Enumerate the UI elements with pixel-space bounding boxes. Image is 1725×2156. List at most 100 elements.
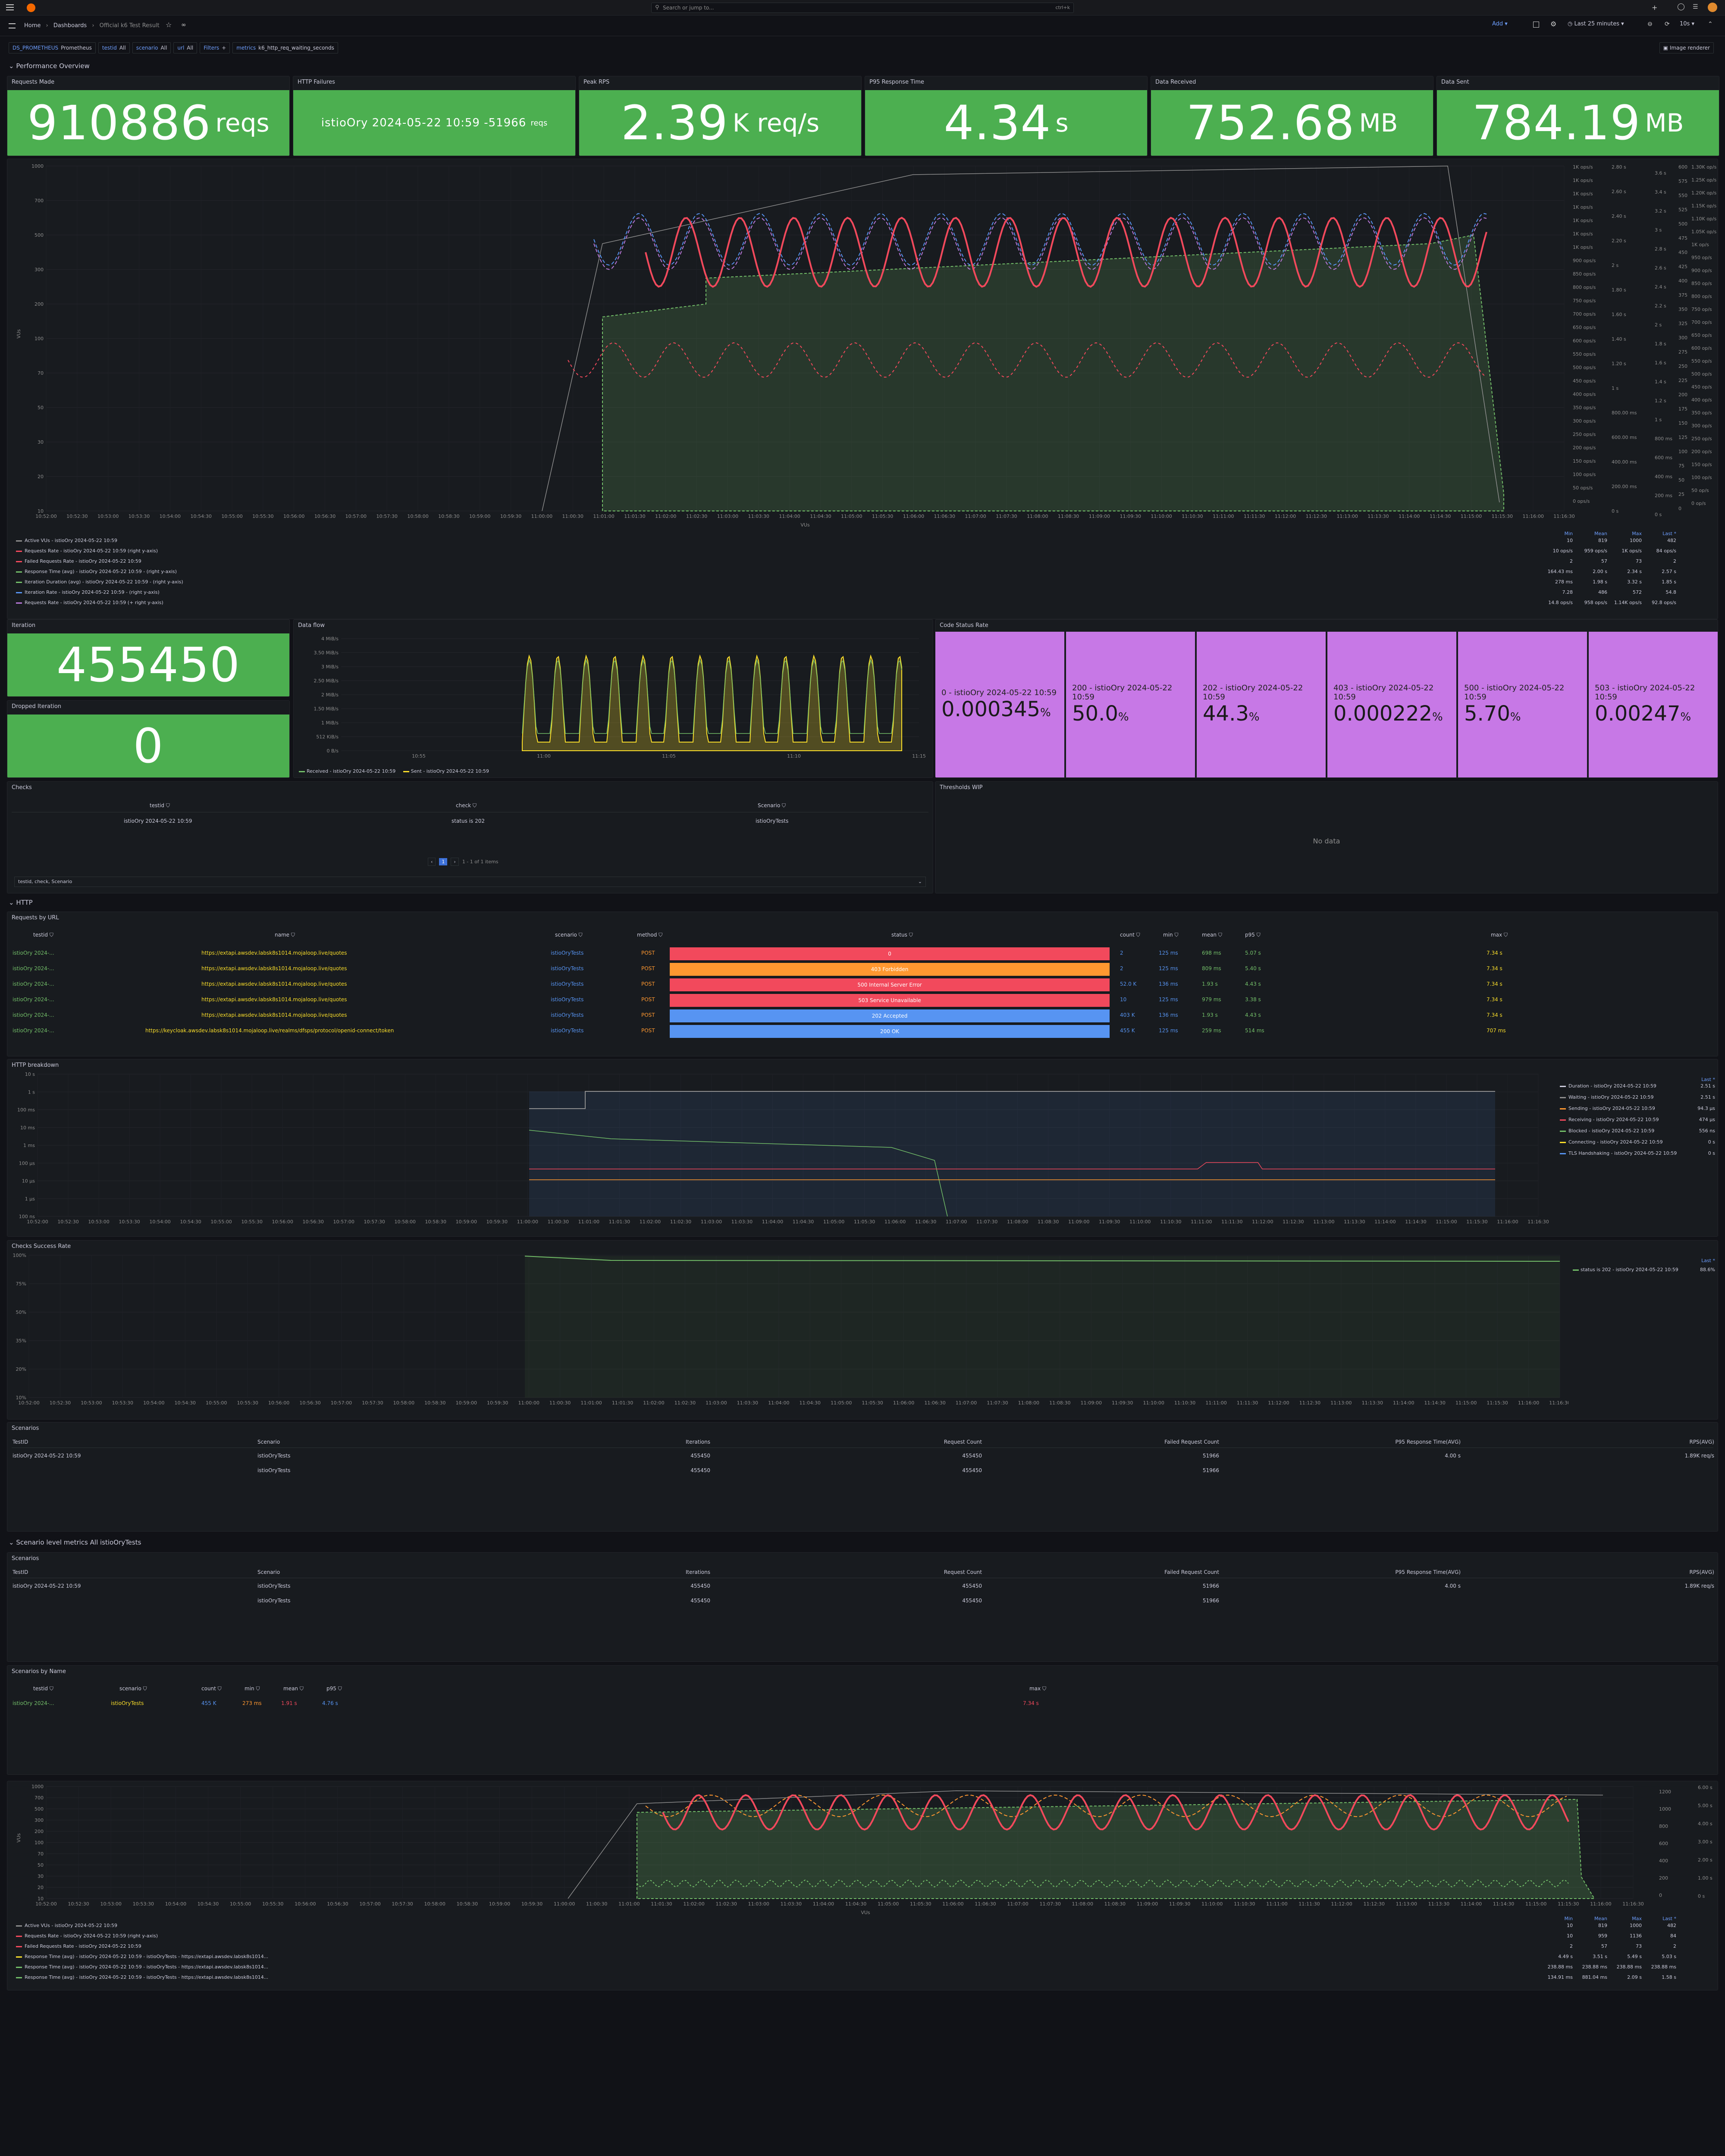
legend-received[interactable]: Received - istioOry 2024-05-22 10:59	[307, 768, 395, 774]
menu-icon[interactable]	[6, 4, 14, 10]
sbn-header-mean[interactable]: mean ⛉	[283, 1686, 304, 1692]
variable-1[interactable]: testid All	[98, 42, 130, 53]
perf-legend-col[interactable]: Min	[1564, 531, 1573, 536]
scenarios_table-header[interactable]: P95 Response Time(AVG)	[1396, 1439, 1461, 1445]
help-icon[interactable]	[1678, 3, 1684, 10]
avatar[interactable]	[1708, 3, 1717, 12]
sbn-header-min[interactable]: min ⛉	[245, 1686, 260, 1692]
scenarios_table2-header[interactable]: TestID	[13, 1569, 28, 1575]
hb-legend-row[interactable]: TLS Handshaking - istioOry 2024-05-22 10…	[1560, 1150, 1715, 1161]
legend-sent[interactable]: Sent - istioOry 2024-05-22 10:59	[411, 768, 489, 774]
filter-icon[interactable]: ⛉	[657, 932, 662, 938]
rbu-header-status[interactable]: status ⛉	[891, 932, 913, 938]
bot-legend-col[interactable]: Min	[1564, 1916, 1573, 1921]
perf-legend-row[interactable]: Active VUs - istioOry 2024-05-22 10:59 10…	[16, 538, 1711, 548]
hb-legend-row[interactable]: Connecting - istioOry 2024-05-22 10:59 0 …	[1560, 1139, 1715, 1150]
filter-icon[interactable]: ⛉	[216, 1686, 222, 1692]
image-renderer-button[interactable]: ▣ Image renderer	[1659, 42, 1714, 53]
filter-icon[interactable]: ⛉	[141, 1686, 147, 1692]
filter-icon[interactable]: ⛉	[1255, 932, 1261, 938]
filter-icon[interactable]: ⛉	[1217, 932, 1222, 938]
variable-5[interactable]: metrics k6_http_req_waiting_seconds	[232, 42, 338, 53]
row-http[interactable]: ⌄ HTTP	[9, 899, 33, 906]
row-scenario-level[interactable]: ⌄ Scenario level metrics All istioOryTes…	[9, 1539, 141, 1546]
save-icon[interactable]	[1533, 22, 1539, 28]
sbn-header-p95[interactable]: p95 ⛉	[326, 1686, 342, 1692]
filter-icon[interactable]: ⛉	[1173, 932, 1178, 938]
hb-legend-header[interactable]: Last *	[1560, 1077, 1715, 1082]
breadcrumb-home[interactable]: Home	[24, 22, 41, 29]
collapse-icon[interactable]: ⌃	[1708, 21, 1713, 28]
scenarios_table2-header[interactable]: Failed Request Count	[1164, 1569, 1219, 1575]
rbu-header-method[interactable]: method ⛉	[637, 932, 662, 938]
scenarios_table-header[interactable]: Iterations	[686, 1439, 710, 1445]
scenarios_table2-header[interactable]: P95 Response Time(AVG)	[1396, 1569, 1461, 1575]
sbn-header-max[interactable]: max ⛉	[1029, 1686, 1046, 1692]
perf-legend-row[interactable]: Requests Rate - istioOry 2024-05-22 10:5…	[16, 600, 1711, 610]
scenarios_table-header[interactable]: RPS(AVG)	[1689, 1439, 1714, 1445]
filter-icon[interactable]: ⛉	[1502, 932, 1508, 938]
perf-legend-col[interactable]: Last *	[1662, 531, 1676, 536]
scenarios_table2-header[interactable]: Scenario	[257, 1569, 280, 1575]
bot-legend-row[interactable]: Response Time (avg) - istioOry 2024-05-2…	[16, 1974, 1711, 1985]
scenarios_table2-header[interactable]: Iterations	[686, 1569, 710, 1575]
star-icon[interactable]: ☆	[166, 21, 172, 29]
perf-legend-row[interactable]: Iteration Duration (avg) - istioOry 2024…	[16, 579, 1711, 589]
scenarios_table-header[interactable]: Failed Request Count	[1164, 1439, 1219, 1445]
settings-icon[interactable]: ⚙	[1550, 20, 1556, 28]
rbu-header-max[interactable]: max ⛉	[1491, 932, 1508, 938]
row-performance-overview[interactable]: ⌄ Performance Overview	[9, 62, 90, 70]
hb-legend-row[interactable]: Waiting - istioOry 2024-05-22 10:59 2.51 …	[1560, 1094, 1715, 1105]
perf-legend-col[interactable]: Mean	[1594, 531, 1607, 536]
rbu-header-count[interactable]: count ⛉	[1120, 932, 1140, 938]
breadcrumb-dashboards[interactable]: Dashboards	[53, 22, 87, 29]
perf-legend-row[interactable]: Iteration Rate - istioOry 2024-05-22 10:…	[16, 589, 1711, 600]
refresh-icon[interactable]: ⟳	[1665, 21, 1670, 28]
refresh-interval[interactable]: 10s ▾	[1680, 21, 1694, 27]
bot-legend-row[interactable]: Active VUs - istioOry 2024-05-22 10:59 10…	[16, 1923, 1711, 1933]
filter-icon[interactable]: ⛉	[1135, 932, 1140, 938]
bot-legend-row[interactable]: Failed Requests Rate - istioOry 2024-05-…	[16, 1943, 1711, 1954]
perf-legend-col[interactable]: Max	[1632, 531, 1642, 536]
zoom-out-icon[interactable]: ⊖	[1647, 21, 1653, 28]
bot-legend-row[interactable]: Response Time (avg) - istioOry 2024-05-2…	[16, 1954, 1711, 1964]
perf-legend-row[interactable]: Failed Requests Rate - istioOry 2024-05-…	[16, 558, 1711, 569]
prev-page-button[interactable]: ‹	[428, 858, 436, 866]
bot-legend-col[interactable]: Last *	[1662, 1916, 1676, 1921]
filter-icon[interactable]: ⛉	[577, 932, 583, 938]
scenarios_table-header[interactable]: TestID	[13, 1439, 28, 1445]
filter-icon[interactable]: ⛉	[254, 1686, 260, 1692]
checks-header-check[interactable]: check ⛉	[456, 802, 477, 809]
news-icon[interactable]: ☰	[1693, 3, 1698, 10]
dock-menu-icon[interactable]	[9, 23, 16, 28]
checks-header-testid[interactable]: testid ⛉	[150, 802, 170, 809]
rbu-header-name[interactable]: name ⛉	[275, 932, 295, 938]
scenarios_table2-header[interactable]: RPS(AVG)	[1689, 1569, 1714, 1575]
sbn-header-count[interactable]: count ⛉	[201, 1686, 222, 1692]
bot-legend-row[interactable]: Requests Rate - istioOry 2024-05-22 10:5…	[16, 1933, 1711, 1943]
perf-legend-row[interactable]: Requests Rate - istioOry 2024-05-22 10:5…	[16, 548, 1711, 558]
filter-icon[interactable]: ⛉	[48, 1686, 53, 1692]
next-page-button[interactable]: ›	[451, 858, 459, 866]
filter-icon[interactable]: ⛉	[298, 1686, 304, 1692]
variable-0[interactable]: DS_PROMETHEUS Prometheus	[9, 42, 96, 53]
sbn-header-scenario[interactable]: scenario ⛉	[119, 1686, 147, 1692]
filter-icon[interactable]: ⛉	[336, 1686, 342, 1692]
scenarios_table-header[interactable]: Scenario	[257, 1439, 280, 1445]
share-icon[interactable]: ∞	[181, 22, 186, 28]
search-input[interactable]: ⚲ Search or jump to... ctrl+k	[651, 3, 1074, 13]
rbu-header-mean[interactable]: mean ⛉	[1202, 932, 1222, 938]
bot-legend-row[interactable]: Response Time (avg) - istioOry 2024-05-2…	[16, 1964, 1711, 1974]
checks-success-legend-name[interactable]: status is 202 - istioOry 2024-05-22 10:5…	[1581, 1267, 1678, 1272]
scenarios_table-header[interactable]: Request Count	[944, 1439, 982, 1445]
perf-legend-row[interactable]: Response Time (avg) - istioOry 2024-05-2…	[16, 569, 1711, 579]
filter-icon[interactable]: ⛉	[907, 932, 913, 938]
variable-3[interactable]: url All	[173, 42, 198, 53]
filter-icon[interactable]: ⛉	[289, 932, 295, 938]
time-picker[interactable]: ◷ Last 25 minutes ▾	[1568, 21, 1624, 27]
variable-4[interactable]: Filters +	[200, 42, 230, 53]
plus-icon[interactable]: +	[1652, 3, 1657, 12]
hb-legend-row[interactable]: Blocked - istioOry 2024-05-22 10:59 556 n…	[1560, 1128, 1715, 1138]
add-button[interactable]: Add ▾	[1492, 21, 1508, 27]
page-button[interactable]: 1	[439, 858, 448, 865]
